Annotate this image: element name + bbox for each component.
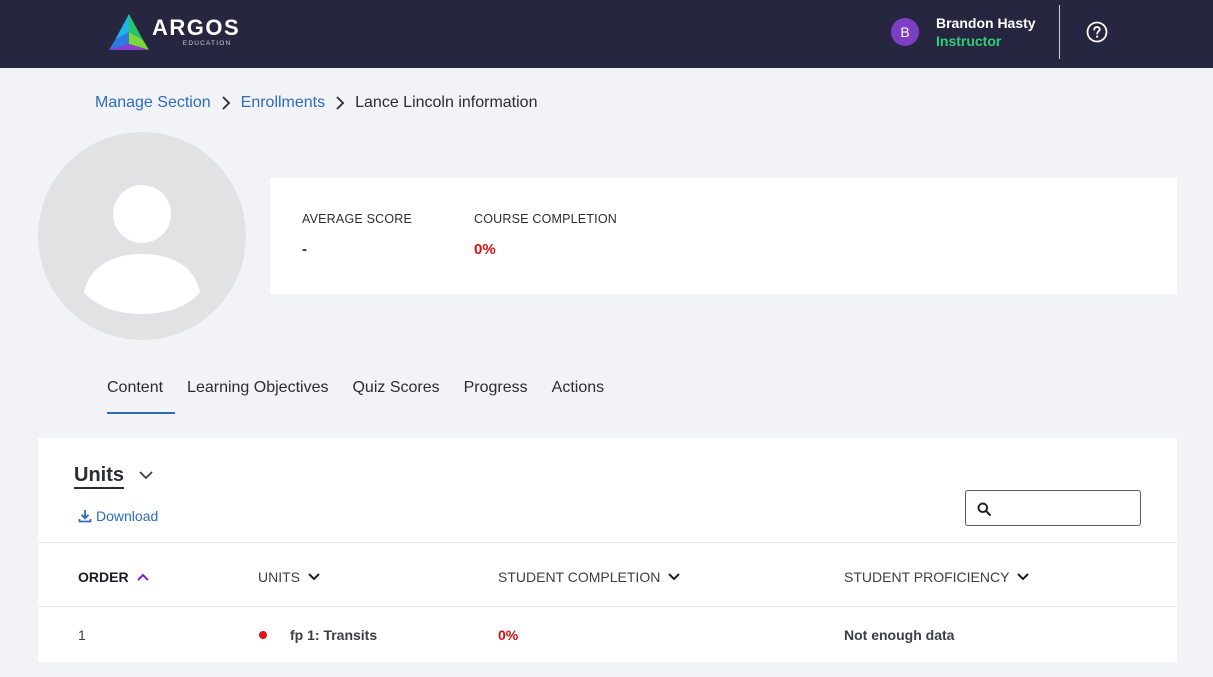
user-name[interactable]: Brandon Hasty bbox=[936, 15, 1036, 31]
breadcrumb-manage-section[interactable]: Manage Section bbox=[95, 94, 211, 112]
chevron-up-icon bbox=[136, 573, 149, 581]
argos-logo-mark-icon bbox=[109, 14, 149, 50]
row-order: 1 bbox=[78, 627, 86, 643]
row-completion: 0% bbox=[498, 627, 519, 643]
course-completion-value: 0% bbox=[474, 241, 496, 258]
user-silhouette-icon bbox=[84, 185, 200, 314]
table-divider bbox=[38, 542, 1177, 543]
column-header-order[interactable]: ORDER bbox=[78, 569, 149, 585]
search-field[interactable] bbox=[965, 490, 1141, 526]
average-score-value: - bbox=[302, 241, 307, 258]
tab-bar: Content Learning Objectives Quiz Scores … bbox=[95, 367, 616, 414]
argos-logo[interactable]: ARGOS EDUCATION bbox=[109, 14, 240, 50]
average-score-label: AVERAGE SCORE bbox=[302, 212, 413, 226]
logo-name: ARGOS bbox=[152, 14, 241, 40]
stats-card: AVERAGE SCORE - COURSE COMPLETION 0% bbox=[270, 178, 1177, 294]
units-selector[interactable]: Units bbox=[74, 464, 124, 489]
breadcrumb-current: Lance Lincoln information bbox=[355, 94, 538, 111]
column-header-units[interactable]: UNITS bbox=[258, 569, 320, 585]
header-divider bbox=[1059, 5, 1060, 59]
column-header-order-label: ORDER bbox=[78, 569, 129, 585]
breadcrumb-enrollments[interactable]: Enrollments bbox=[241, 94, 325, 112]
chevron-right-icon bbox=[222, 96, 230, 110]
tab-content[interactable]: Content bbox=[95, 367, 176, 414]
search-input[interactable] bbox=[998, 497, 1134, 519]
column-header-student-completion[interactable]: STUDENT COMPLETION bbox=[498, 569, 681, 585]
tab-actions[interactable]: Actions bbox=[540, 367, 616, 414]
search-icon bbox=[977, 502, 991, 516]
chevron-down-icon bbox=[308, 573, 320, 581]
user-role: Instructor bbox=[936, 33, 1002, 49]
table-header-divider bbox=[38, 606, 1177, 607]
column-header-student-proficiency-label: STUDENT PROFICIENCY bbox=[844, 569, 1010, 585]
chevron-down-icon bbox=[668, 573, 681, 581]
row-unit-name[interactable]: fp 1: Transits bbox=[290, 627, 377, 643]
column-header-units-label: UNITS bbox=[258, 569, 300, 585]
chevron-down-icon bbox=[1017, 573, 1030, 581]
tab-quiz-scores[interactable]: Quiz Scores bbox=[340, 367, 451, 414]
row-proficiency: Not enough data bbox=[844, 627, 955, 643]
download-icon bbox=[78, 510, 92, 523]
download-link[interactable]: Download bbox=[78, 508, 158, 524]
status-dot bbox=[259, 631, 267, 639]
chevron-right-icon bbox=[336, 96, 345, 110]
breadcrumb: Manage Section Enrollments Lance Lincoln… bbox=[95, 94, 537, 112]
top-bar: ARGOS EDUCATION B Brandon Hasty Instruct… bbox=[0, 0, 1213, 68]
chevron-down-icon[interactable] bbox=[138, 469, 154, 481]
download-label: Download bbox=[96, 508, 159, 524]
units-panel: Units Download ORDER UNITS STUDENT COMPL… bbox=[38, 438, 1177, 662]
tab-progress[interactable]: Progress bbox=[452, 367, 540, 414]
course-completion-label: COURSE COMPLETION bbox=[474, 212, 617, 226]
tab-learning-objectives[interactable]: Learning Objectives bbox=[175, 367, 340, 414]
student-avatar bbox=[38, 132, 246, 340]
help-circle-icon[interactable] bbox=[1086, 21, 1108, 43]
column-header-student-proficiency[interactable]: STUDENT PROFICIENCY bbox=[844, 569, 1030, 585]
user-avatar[interactable]: B bbox=[891, 18, 919, 46]
column-header-student-completion-label: STUDENT COMPLETION bbox=[498, 569, 661, 585]
logo-subtitle: EDUCATION bbox=[182, 39, 232, 47]
